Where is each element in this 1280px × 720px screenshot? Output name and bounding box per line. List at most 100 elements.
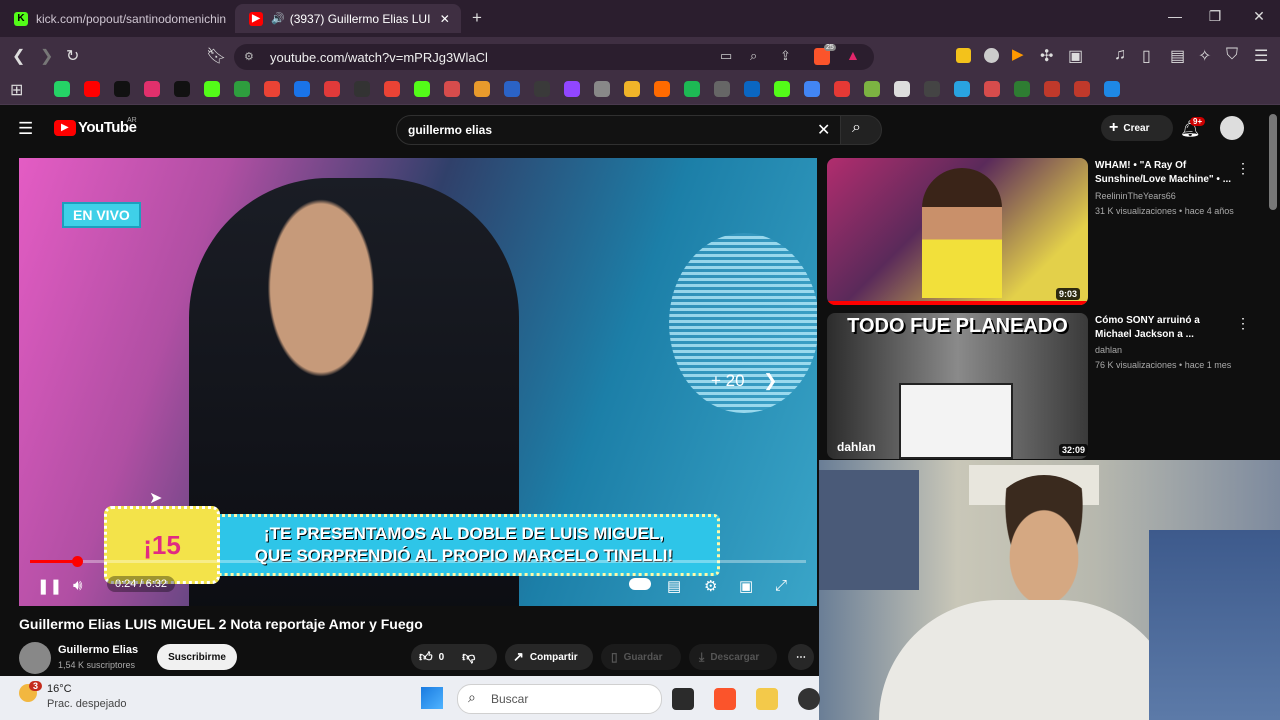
puzzle-icon[interactable]: ✣ — [1040, 46, 1053, 66]
back-icon[interactable]: ❮ — [12, 46, 25, 66]
subscribe-button[interactable]: Suscribirme — [157, 644, 237, 670]
wallet-icon[interactable]: ▤ — [1170, 46, 1185, 66]
subtitles-icon[interactable]: ▤ — [667, 577, 681, 595]
extension-icon[interactable] — [956, 48, 971, 63]
brave-browser-icon[interactable] — [714, 688, 736, 710]
star-icon[interactable] — [1074, 81, 1090, 97]
chart-icon[interactable] — [324, 81, 340, 97]
doc-icon[interactable] — [894, 81, 910, 97]
app-icon[interactable] — [534, 81, 550, 97]
share-button[interactable]: ↗ Compartir — [505, 644, 593, 670]
avatar[interactable] — [1220, 116, 1244, 140]
close-window-button[interactable]: ✕ — [1244, 8, 1274, 25]
channel-avatar[interactable] — [19, 642, 51, 674]
vpn-icon[interactable]: ⛉ — [1226, 46, 1238, 64]
search-button[interactable]: ⌕ — [840, 115, 882, 145]
progress-scrubber[interactable] — [72, 556, 84, 567]
channel-name[interactable]: Guillermo Elias — [58, 644, 138, 656]
plus-icon[interactable] — [1014, 81, 1030, 97]
fullscreen-icon[interactable]: ⤢ — [775, 577, 787, 594]
globe-icon[interactable] — [714, 81, 730, 97]
speaker-icon[interactable]: 🔊 — [271, 12, 285, 25]
paypal-icon[interactable] — [744, 81, 760, 97]
app-icon[interactable] — [924, 81, 940, 97]
start-icon[interactable] — [421, 687, 443, 709]
menu-icon[interactable]: ☰ — [1254, 46, 1268, 66]
forward-icon[interactable]: ❯ — [40, 46, 53, 66]
new-tab-button[interactable]: + — [472, 8, 482, 28]
settings-gear-icon[interactable]: ⚙ — [704, 577, 717, 595]
app-icon[interactable] — [474, 81, 490, 97]
leo-ai-icon[interactable]: ✧ — [1198, 46, 1211, 66]
create-button[interactable]: + Crear — [1101, 115, 1173, 141]
youtube-logo-icon[interactable]: ▶ — [54, 120, 76, 136]
autoplay-toggle[interactable] — [629, 578, 651, 590]
tab-kick[interactable]: K kick.com/popout/santinodomenichin — [0, 4, 232, 33]
chatgpt-icon[interactable] — [594, 81, 610, 97]
zoom-icon[interactable]: ⌕ — [750, 48, 757, 64]
globe-icon[interactable] — [234, 81, 250, 97]
github-icon[interactable] — [354, 81, 370, 97]
minimize-button[interactable]: — — [1160, 8, 1190, 24]
play-extension-icon[interactable]: ▶ — [1012, 45, 1024, 63]
tiktok-icon[interactable] — [114, 81, 130, 97]
app-icon[interactable] — [444, 81, 460, 97]
bookmark-icon[interactable]: 🔖︎ — [206, 46, 226, 66]
sidebar-video-channel[interactable]: dahlan — [1095, 345, 1122, 355]
star-icon[interactable] — [1044, 81, 1060, 97]
sidebar-thumbnail[interactable]: TODO FUE PLANEADO dahlan 32:09 — [827, 313, 1088, 459]
download-icon[interactable] — [954, 81, 970, 97]
download-icon[interactable] — [834, 81, 850, 97]
kick-icon[interactable] — [204, 81, 220, 97]
more-options-icon[interactable]: ⋮ — [1236, 160, 1250, 177]
progress-bar[interactable] — [30, 560, 806, 563]
site-info-icon[interactable]: ⚙ — [244, 50, 254, 63]
apps-grid-icon[interactable]: ⊞ — [10, 80, 23, 100]
whatsapp-icon[interactable] — [54, 81, 70, 97]
skip-forward-button[interactable]: + 20 ❯ — [711, 371, 778, 391]
app-icon[interactable] — [294, 81, 310, 97]
gmail-icon[interactable] — [384, 81, 400, 97]
share-icon[interactable]: ⇪ — [780, 48, 791, 64]
screenshot-icon[interactable]: ▣ — [1068, 46, 1083, 66]
file-explorer-icon[interactable] — [756, 688, 778, 710]
sidebar-video-channel[interactable]: ReelininTheYears66 — [1095, 191, 1176, 201]
cast-icon[interactable]: ▭ — [720, 48, 732, 64]
maximize-button[interactable]: ❐ — [1200, 8, 1230, 25]
volume-icon[interactable]: 🔊︎ — [73, 577, 82, 594]
clear-search-icon[interactable]: ✕ — [817, 120, 830, 140]
download-icon[interactable] — [864, 81, 880, 97]
sidebar-video-title[interactable]: Cómo SONY arruinó a Michael Jackson a ..… — [1095, 314, 1235, 342]
sidebar-video-title[interactable]: WHAM! • "A Ray Of Sunshine/Love Machine"… — [1095, 159, 1235, 187]
miniplayer-icon[interactable]: ▣ — [739, 577, 753, 595]
more-options-icon[interactable]: ⋮ — [1236, 315, 1250, 332]
app-icon[interactable] — [624, 81, 640, 97]
obs-icon[interactable] — [798, 688, 820, 710]
tab-youtube[interactable]: ▶ 🔊 (3937) Guillermo Elias LUIS M ✕ — [235, 4, 461, 33]
scrollbar[interactable] — [1269, 114, 1277, 210]
sidebar-thumbnail[interactable]: 9:03 — [827, 158, 1088, 305]
brave-rewards-icon[interactable]: ▲ — [846, 47, 860, 63]
music-icon[interactable]: ♫ — [1114, 46, 1126, 64]
url-field[interactable]: ⚙ youtube.com/watch?v=mPRJg3WlaCl ▭ ⌕ ⇪ … — [234, 44, 874, 70]
twitch-icon[interactable] — [564, 81, 580, 97]
save-button[interactable]: ▯ Guardar — [601, 644, 681, 670]
task-view-icon[interactable] — [672, 688, 694, 710]
x-icon[interactable] — [174, 81, 190, 97]
pause-icon[interactable]: ❚❚ — [37, 577, 62, 595]
thumbs-down-icon[interactable]: 👎︎ — [462, 649, 475, 665]
instagram-icon[interactable] — [144, 81, 160, 97]
search-input[interactable]: guillermo elias ✕ — [396, 115, 842, 145]
kick-icon[interactable] — [414, 81, 430, 97]
record-icon[interactable] — [984, 48, 999, 63]
app-icon[interactable] — [984, 81, 1000, 97]
docs-icon[interactable] — [804, 81, 820, 97]
video-player[interactable]: EN VIVO + 20 ❯ ¡TE PRESENTAMOS AL DOBLE … — [19, 158, 817, 606]
youtube-icon[interactable] — [84, 81, 100, 97]
kick-icon[interactable] — [774, 81, 790, 97]
download-button[interactable]: ⤓ Descargar — [689, 644, 777, 670]
app-icon[interactable] — [654, 81, 670, 97]
c-icon[interactable] — [1104, 81, 1120, 97]
reload-icon[interactable]: ↻ — [66, 46, 79, 66]
app-icon[interactable] — [504, 81, 520, 97]
